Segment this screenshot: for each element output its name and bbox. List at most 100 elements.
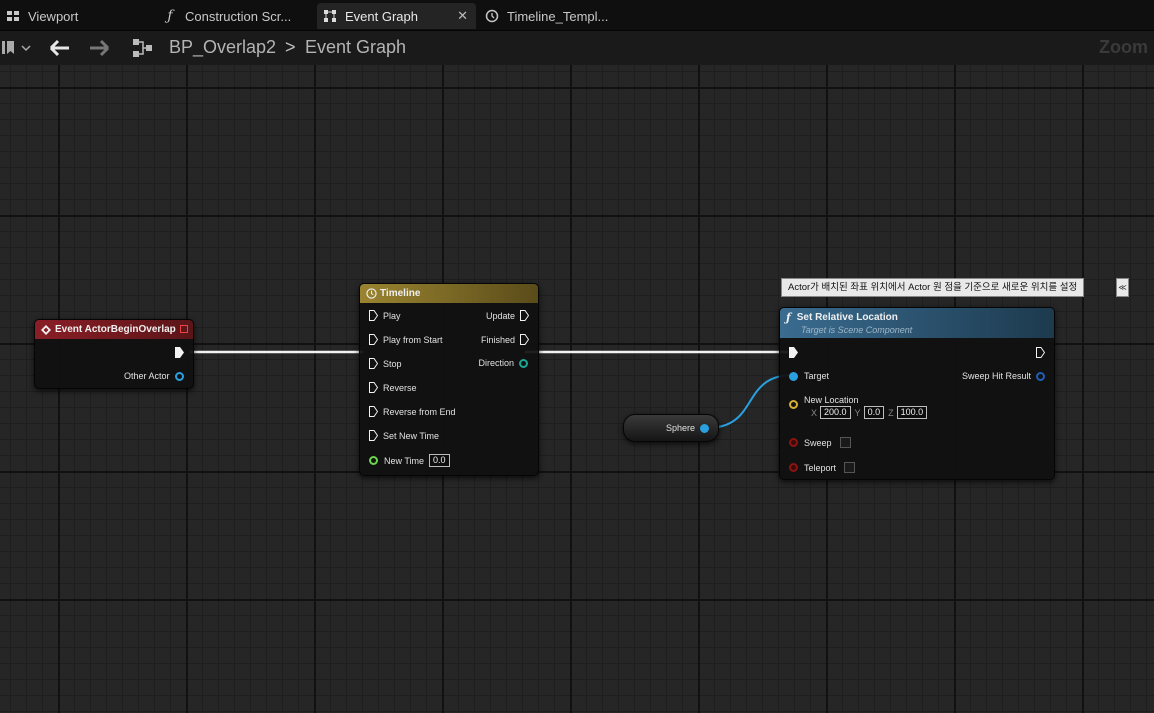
tab-label: Event Graph [345,8,418,24]
function-icon: ƒ [786,311,791,324]
exec-pin-icon [520,334,529,345]
graph-canvas[interactable]: Event ActorBeginOverlap Other Actor Time… [0,65,1154,713]
pin-label: Target [804,371,830,381]
breadcrumb: BP_Overlap2 > Event Graph Zoom [0,31,1154,65]
close-icon[interactable]: ✕ [457,8,468,24]
object-pin-icon [700,423,710,433]
object-pin-icon [174,371,184,381]
exec-out-pin[interactable] [1036,347,1045,358]
z-label: Z [888,407,894,418]
new-location-pin[interactable]: New Location X 200.0 Y 0.0 Z 100.0 [789,395,928,419]
exec-pin-icon [520,310,529,321]
event-diamond-icon [41,324,51,335]
tab-bar: Viewport ƒ Construction Scr... Event Gra… [0,0,1154,31]
z-input[interactable]: 100.0 [896,406,928,419]
new-time-input[interactable]: 0.0 [429,454,450,467]
other-actor-pin[interactable]: Other Actor [124,371,184,381]
timeline-finished-pin[interactable]: Finished [481,334,529,345]
node-title: Event ActorBeginOverlap [55,324,176,335]
struct-pin-icon [1036,371,1045,381]
clock-icon [366,288,377,299]
enum-pin-icon [519,358,528,368]
delegate-pin-icon[interactable] [180,325,188,333]
timeline-reverse-from-end-pin[interactable]: Reverse from End [369,406,456,417]
breadcrumb-blueprint[interactable]: BP_Overlap2 [169,37,276,58]
node-header: Event ActorBeginOverlap [35,320,193,339]
teleport-pin[interactable]: Teleport [789,462,856,473]
timeline-reverse-pin[interactable]: Reverse [369,382,417,393]
exec-pin-icon [369,310,378,321]
node-title: Timeline [380,288,421,299]
pin-label: Finished [480,334,515,345]
bookmark-icon[interactable] [2,40,32,56]
timeline-direction-pin[interactable]: Direction [478,358,528,368]
pin-label: Play [383,310,401,321]
sphere-getter-node[interactable]: Sphere [623,414,719,442]
object-pin-icon [789,371,798,381]
node-title: Set Relative Location [796,312,898,323]
exec-in-pin[interactable] [789,347,798,358]
x-label: X [811,407,818,418]
node-subtitle: Target is Scene Component [801,325,913,335]
timeline-node[interactable]: Timeline Play Play from Start Stop Rever… [359,283,539,476]
exec-pin-icon [369,406,378,417]
node-header: Timeline [360,284,538,303]
vector-pin-icon [789,400,798,409]
teleport-checkbox[interactable] [844,462,856,473]
breadcrumb-separator: > [285,37,296,57]
pin-label: Sphere [666,423,696,433]
tab-label: Timeline_Templ... [507,8,609,24]
exec-pin-icon [1036,347,1045,358]
pin-label: Teleport [804,462,837,473]
graph-icon [133,39,152,57]
tab-construction-script[interactable]: ƒ Construction Scr... [157,3,312,29]
viewport-grid-icon [7,11,19,21]
event-actor-begin-overlap-node[interactable]: Event ActorBeginOverlap Other Actor [34,319,194,389]
tab-viewport[interactable]: Viewport [0,3,150,29]
sweep-hit-result-pin[interactable]: Sweep Hit Result [962,371,1045,381]
exec-pin-icon [789,347,798,358]
clock-icon [485,9,499,23]
timeline-set-new-time-pin[interactable]: Set New Time [369,430,439,441]
sweep-pin[interactable]: Sweep [789,437,851,448]
target-pin[interactable]: Target [789,371,829,381]
pin-label: New Location [804,395,859,405]
breadcrumb-graph: Event Graph [305,37,407,57]
exec-pin-icon [369,382,378,393]
comment-collapse-icon[interactable]: ≪ [1116,278,1129,297]
timeline-update-pin[interactable]: Update [486,310,529,321]
sphere-output-pin[interactable]: Sphere [666,423,710,433]
function-icon: ƒ [167,8,173,24]
tab-event-graph[interactable]: Event Graph ✕ [317,3,476,29]
pin-label: Stop [383,358,402,369]
forward-arrow-icon[interactable] [88,39,110,57]
tab-label: Viewport [28,8,79,24]
back-arrow-icon[interactable] [49,39,71,57]
timeline-play-pin[interactable]: Play [369,310,401,321]
tab-timeline-template[interactable]: Timeline_Templ... [479,3,634,29]
graph-icon [324,10,336,22]
timeline-new-time-pin[interactable]: New Time 0.0 [369,454,450,467]
exec-pin-icon [175,347,184,358]
node-comment-tooltip: Actor가 배치된 좌표 위치에서 Actor 원 점을 기준으로 새로운 위… [781,278,1085,297]
sweep-checkbox[interactable] [839,437,851,448]
pin-label: Sweep Hit Result [961,371,1031,381]
zoom-indicator: Zoom [1099,37,1148,57]
pin-label: Direction [478,358,514,368]
y-input[interactable]: 0.0 [863,406,885,419]
exec-pin-icon [369,358,378,369]
bool-pin-icon [789,463,798,472]
node-header: ƒ Set Relative Location Target is Scene … [780,308,1054,338]
set-relative-location-node[interactable]: ƒ Set Relative Location Target is Scene … [779,307,1055,480]
x-input[interactable]: 200.0 [820,406,851,419]
timeline-stop-pin[interactable]: Stop [369,358,402,369]
pin-label: Play from Start [383,334,443,345]
float-pin-icon [369,456,378,465]
bool-pin-icon [789,438,798,447]
pin-label: Sweep [804,437,832,448]
vector-fields: X 200.0 Y 0.0 Z 100.0 [811,406,928,419]
pin-label: New Time [384,455,425,466]
exec-pin-icon [369,430,378,441]
timeline-play-from-start-pin[interactable]: Play from Start [369,334,443,345]
exec-out-pin[interactable] [175,347,184,358]
